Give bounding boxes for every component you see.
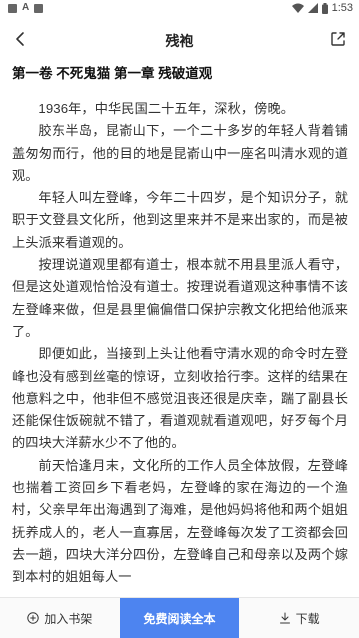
status-bar: A 1:53 xyxy=(0,0,359,18)
top-app-bar: 残袍 xyxy=(0,22,359,56)
signal-icon xyxy=(307,3,318,13)
paragraph: 年轻人叫左登峰，今年二十四岁，是个知识分子，就职于文登县文化所，他到这里来并不是… xyxy=(12,190,348,250)
share-icon[interactable] xyxy=(327,28,349,50)
download-icon xyxy=(279,612,290,624)
chapter-content: 1936年，中华民国二十五年，深秋，傍晚。 胶东半岛，昆嵛山下，一个二十多岁的年… xyxy=(12,98,348,589)
wifi-icon xyxy=(291,3,304,13)
download-label: 下载 xyxy=(295,611,320,626)
paragraph: 前天恰逢月末，文化所的工作人员全体放假，左登峰也揣着工资回乡下看老妈，左登峰的家… xyxy=(12,457,348,585)
book-title: 残袍 xyxy=(165,33,194,49)
paragraph: 1936年，中华民国二十五年，深秋，傍晚。 xyxy=(38,101,295,116)
a-notification-icon: A xyxy=(22,2,30,13)
add-to-bookshelf-label: 加入书架 xyxy=(44,611,93,626)
status-left-icons: A xyxy=(8,2,44,13)
paragraph: 即便如此，当接到上头让他看守清水观的命令时左登峰也没有感到丝毫的惊讶，立刻收拾行… xyxy=(12,346,348,451)
battery-icon xyxy=(321,2,328,14)
read-free-button[interactable]: 免费阅读全本 xyxy=(119,598,240,638)
chapter-title: 第一卷 不死鬼猫 第一章 残破道观 xyxy=(12,66,213,81)
add-to-bookshelf-button[interactable]: 加入书架 xyxy=(0,598,120,638)
read-free-label: 免费阅读全本 xyxy=(143,611,216,626)
download-button[interactable]: 下载 xyxy=(239,598,359,638)
plus-circle-icon xyxy=(27,612,40,624)
paragraph: 胶东半岛，昆嵛山下，一个二十多岁的年轻人背着铺盖匆匆而行，他的目的地是昆嵛山中一… xyxy=(12,123,348,183)
square-notification-icon xyxy=(8,3,17,13)
square-notification-icon xyxy=(34,3,44,13)
bottom-action-bar: 加入书架 免费阅读全本 下载 xyxy=(0,597,359,638)
paragraph: 按理说道观里都有道士，根本就不用县里派人看守，但是这处道观恰恰没有道士。按理说看… xyxy=(12,257,348,339)
status-right-icons: 1:53 xyxy=(291,2,353,14)
status-time: 1:53 xyxy=(331,2,353,14)
